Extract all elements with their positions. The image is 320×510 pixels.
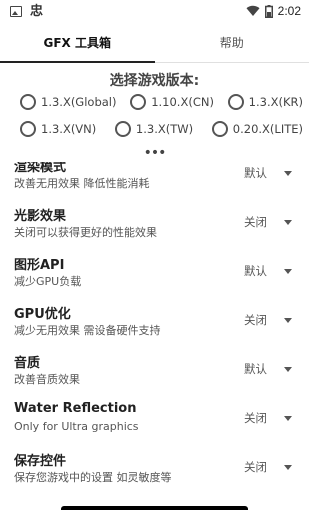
setting-description: Only for Ultra graphics xyxy=(14,420,139,433)
radio-circle-icon[interactable] xyxy=(130,94,147,110)
navigation-bar[interactable] xyxy=(61,506,248,510)
dropdown-arrow-icon[interactable] xyxy=(284,464,292,470)
setting-row-gpu-optimization: GPU优化 减少无用效果 需设备硬件支持 关闭 xyxy=(0,295,309,344)
setting-description: 减少GPU负载 xyxy=(14,275,82,288)
version-option-label: 1.10.X(CN) xyxy=(151,95,214,109)
setting-title: 光影效果 xyxy=(14,209,67,224)
battery-icon xyxy=(264,4,273,18)
status-bar: 忠 2:02 xyxy=(0,0,309,22)
setting-row-water-reflection: Water Reflection Only for Ultra graphics… xyxy=(0,393,309,442)
setting-description: 改善音质效果 xyxy=(14,373,80,386)
version-option-label: 1.3.X(Global) xyxy=(41,95,117,109)
app-notification-icon: 忠 xyxy=(30,3,44,19)
dropdown-value: 默认 xyxy=(244,362,267,376)
version-option-tw[interactable]: 1.3.X(TW) xyxy=(114,121,194,137)
tab-help[interactable]: 帮助 xyxy=(155,22,310,62)
radio-circle-icon[interactable] xyxy=(114,121,131,137)
dropdown-arrow-icon[interactable] xyxy=(284,415,292,421)
version-radio-row: 1.3.X(Global) 1.10.X(CN) 1.3.X(KR) xyxy=(0,94,309,110)
status-right: 2:02 xyxy=(246,4,301,18)
dropdown-arrow-icon[interactable] xyxy=(284,268,292,274)
setting-row-graphics-api: 图形API 减少GPU负载 默认 xyxy=(0,246,309,295)
setting-description: 保存您游戏中的设置 如灵敏度等 xyxy=(14,471,172,484)
tab-gfx-toolbox[interactable]: GFX 工具箱 xyxy=(0,22,155,63)
dropdown-arrow-icon[interactable] xyxy=(284,170,292,176)
tab-bar: GFX 工具箱 帮助 xyxy=(0,22,309,63)
dropdown-value: 关闭 xyxy=(244,215,267,229)
setting-dropdown[interactable]: 关闭 xyxy=(232,212,298,232)
setting-dropdown[interactable]: 关闭 xyxy=(232,310,298,330)
setting-row-save-controls: 保存控件 保存您游戏中的设置 如灵敏度等 关闭 xyxy=(0,442,309,491)
dropdown-arrow-icon[interactable] xyxy=(284,366,292,372)
version-option-label: 0.20.X(LITE) xyxy=(232,122,303,136)
version-title: 选择游戏版本: xyxy=(109,73,200,89)
setting-description: 改善无用效果 降低性能消耗 xyxy=(14,177,150,190)
setting-title: GPU优化 xyxy=(14,307,71,322)
setting-row-lighting: 光影效果 关闭可以获得更好的性能效果 关闭 xyxy=(0,197,309,246)
version-option-global[interactable]: 1.3.X(Global) xyxy=(20,94,116,110)
version-option-label: 1.3.X(TW) xyxy=(135,122,194,136)
dropdown-arrow-icon[interactable] xyxy=(284,219,292,225)
setting-description: 减少无用效果 需设备硬件支持 xyxy=(14,324,161,337)
version-radio-row: 1.3.X(VN) 1.3.X(TW) 0.20.X(LITE) xyxy=(0,121,309,137)
setting-description: 关闭可以获得更好的性能效果 xyxy=(14,226,157,239)
settings-list-content: 渲染模式 改善无用效果 降低性能消耗 默认 光影效果 关闭可以获得更好的性能效果… xyxy=(0,162,309,491)
dropdown-value: 关闭 xyxy=(244,460,267,474)
wifi-icon xyxy=(246,5,260,17)
setting-title: 音质 xyxy=(14,356,41,371)
version-option-vn[interactable]: 1.3.X(VN) xyxy=(20,121,96,137)
radio-circle-icon[interactable] xyxy=(227,94,244,110)
dropdown-value: 关闭 xyxy=(244,313,267,327)
setting-row-render-mode: 渲染模式 改善无用效果 降低性能消耗 默认 xyxy=(0,162,309,197)
setting-dropdown[interactable]: 关闭 xyxy=(232,457,298,477)
setting-title: 渲染模式 xyxy=(14,162,67,175)
settings-list[interactable]: 渲染模式 改善无用效果 降低性能消耗 默认 光影效果 关闭可以获得更好的性能效果… xyxy=(0,162,309,510)
clock: 2:02 xyxy=(277,4,301,18)
version-option-kr[interactable]: 1.3.X(KR) xyxy=(227,94,303,110)
radio-circle-icon[interactable] xyxy=(211,121,228,137)
image-icon xyxy=(10,5,22,17)
dropdown-value: 默认 xyxy=(244,264,267,278)
radio-circle-icon[interactable] xyxy=(20,94,36,110)
status-left: 忠 xyxy=(10,5,43,18)
version-option-cn[interactable]: 1.10.X(CN) xyxy=(130,94,214,110)
dropdown-value: 默认 xyxy=(244,166,267,180)
setting-title: 图形API xyxy=(14,258,65,273)
version-option-lite[interactable]: 0.20.X(LITE) xyxy=(211,121,303,137)
setting-dropdown[interactable]: 默认 xyxy=(232,261,298,281)
version-option-label: 1.3.X(VN) xyxy=(41,122,97,136)
setting-title: 保存控件 xyxy=(14,454,67,469)
setting-title: Water Reflection xyxy=(14,401,137,416)
setting-dropdown[interactable]: 默认 xyxy=(232,359,298,379)
version-option-label: 1.3.X(KR) xyxy=(248,95,303,109)
more-dots-icon[interactable]: ••• xyxy=(0,146,309,160)
setting-row-audio-quality: 音质 改善音质效果 默认 xyxy=(0,344,309,393)
radio-circle-icon[interactable] xyxy=(20,121,36,137)
dropdown-arrow-icon[interactable] xyxy=(284,317,292,323)
setting-dropdown[interactable]: 关闭 xyxy=(232,408,298,428)
dropdown-value: 关闭 xyxy=(244,411,267,425)
setting-dropdown[interactable]: 默认 xyxy=(232,163,298,183)
